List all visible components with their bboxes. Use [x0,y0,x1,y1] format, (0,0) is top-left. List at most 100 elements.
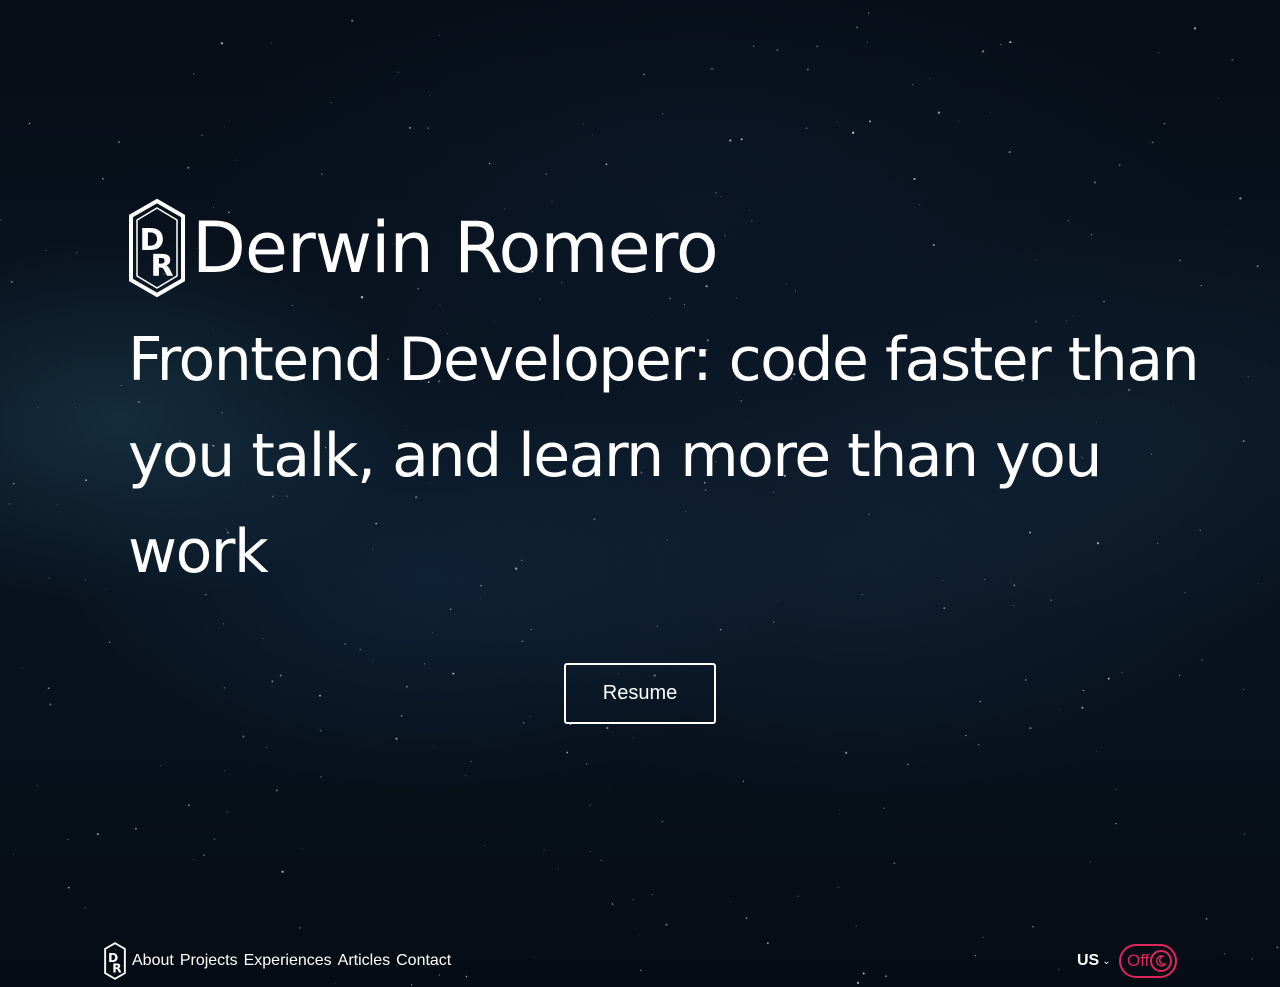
star [1081,706,1084,709]
star [118,141,120,143]
star [320,776,322,778]
star [188,804,190,806]
star [844,751,848,755]
star [320,173,323,176]
star [67,886,70,889]
star [49,703,52,706]
nav-link-articles[interactable]: Articles [338,952,390,970]
star [1257,582,1259,584]
nav-link-projects[interactable]: Projects [180,952,238,970]
star [609,788,611,790]
star [13,482,15,485]
star [805,127,808,129]
star [661,113,664,115]
nav-link-experiences[interactable]: Experiences [244,952,332,970]
star [427,127,429,129]
hero-name-row: D R Derwin Romero [128,196,1228,300]
star [1251,958,1253,960]
star [465,975,468,978]
star [730,900,732,902]
star [806,68,809,71]
star [334,983,336,984]
star [869,120,871,123]
nav-link-about[interactable]: About [132,952,174,970]
star [47,687,50,689]
star [488,162,491,165]
star [271,680,274,683]
theme-toggle-label: Off [1127,951,1150,970]
star [120,385,122,386]
star [862,972,865,975]
star [557,868,559,870]
star [37,407,39,409]
star [1029,727,1032,730]
star [372,660,373,662]
star [85,479,87,482]
star [1093,181,1097,184]
star [534,956,536,958]
star [464,774,467,777]
star [105,588,107,590]
star [715,192,717,194]
star [816,45,819,48]
bottom-nav: D R About Projects Experiences Articles … [104,942,457,980]
star [220,42,224,45]
star [1119,164,1121,166]
star [989,111,991,113]
star [135,827,137,830]
star [1247,375,1250,378]
chevron-down-icon: ⌄ [1102,955,1111,967]
star [275,789,278,792]
star [856,981,860,985]
hero-tagline: Frontend Developer: code faster than you… [128,325,1200,587]
star [344,643,346,645]
star [928,77,931,80]
star [719,628,722,631]
language-selector[interactable]: US ⌄ [1077,950,1111,972]
star [1009,41,1012,44]
star [1243,689,1245,691]
resume-button[interactable]: Resume [564,663,716,724]
star [432,746,434,748]
star [611,903,614,905]
star [1008,150,1011,154]
star [319,729,322,732]
star [855,924,858,927]
star [589,850,591,852]
star [867,42,868,44]
star [529,716,531,718]
star [431,632,433,634]
star [57,504,59,506]
star [1058,708,1060,710]
star [235,159,238,162]
dr-hexagon-logo-icon[interactable]: D R [104,942,126,980]
star [838,813,840,815]
star [483,845,485,846]
star [76,252,78,254]
star [1096,751,1097,753]
star [589,804,592,806]
star [907,763,909,766]
svg-text:R: R [150,249,173,284]
star [262,637,264,640]
star [281,870,284,873]
star [885,975,887,977]
star [543,849,545,851]
star [226,811,229,813]
star [1057,969,1060,971]
star [856,26,859,29]
star [776,49,779,51]
star [28,122,31,125]
star [959,120,961,122]
star [10,280,13,283]
star [1243,833,1246,835]
star [530,628,532,631]
star [1012,605,1014,606]
star [745,917,748,920]
theme-toggle[interactable]: Off [1119,944,1177,978]
star [452,672,455,675]
star [1163,122,1166,125]
star [937,111,941,114]
nav-link-contact[interactable]: Contact [396,952,451,970]
star [397,71,400,74]
